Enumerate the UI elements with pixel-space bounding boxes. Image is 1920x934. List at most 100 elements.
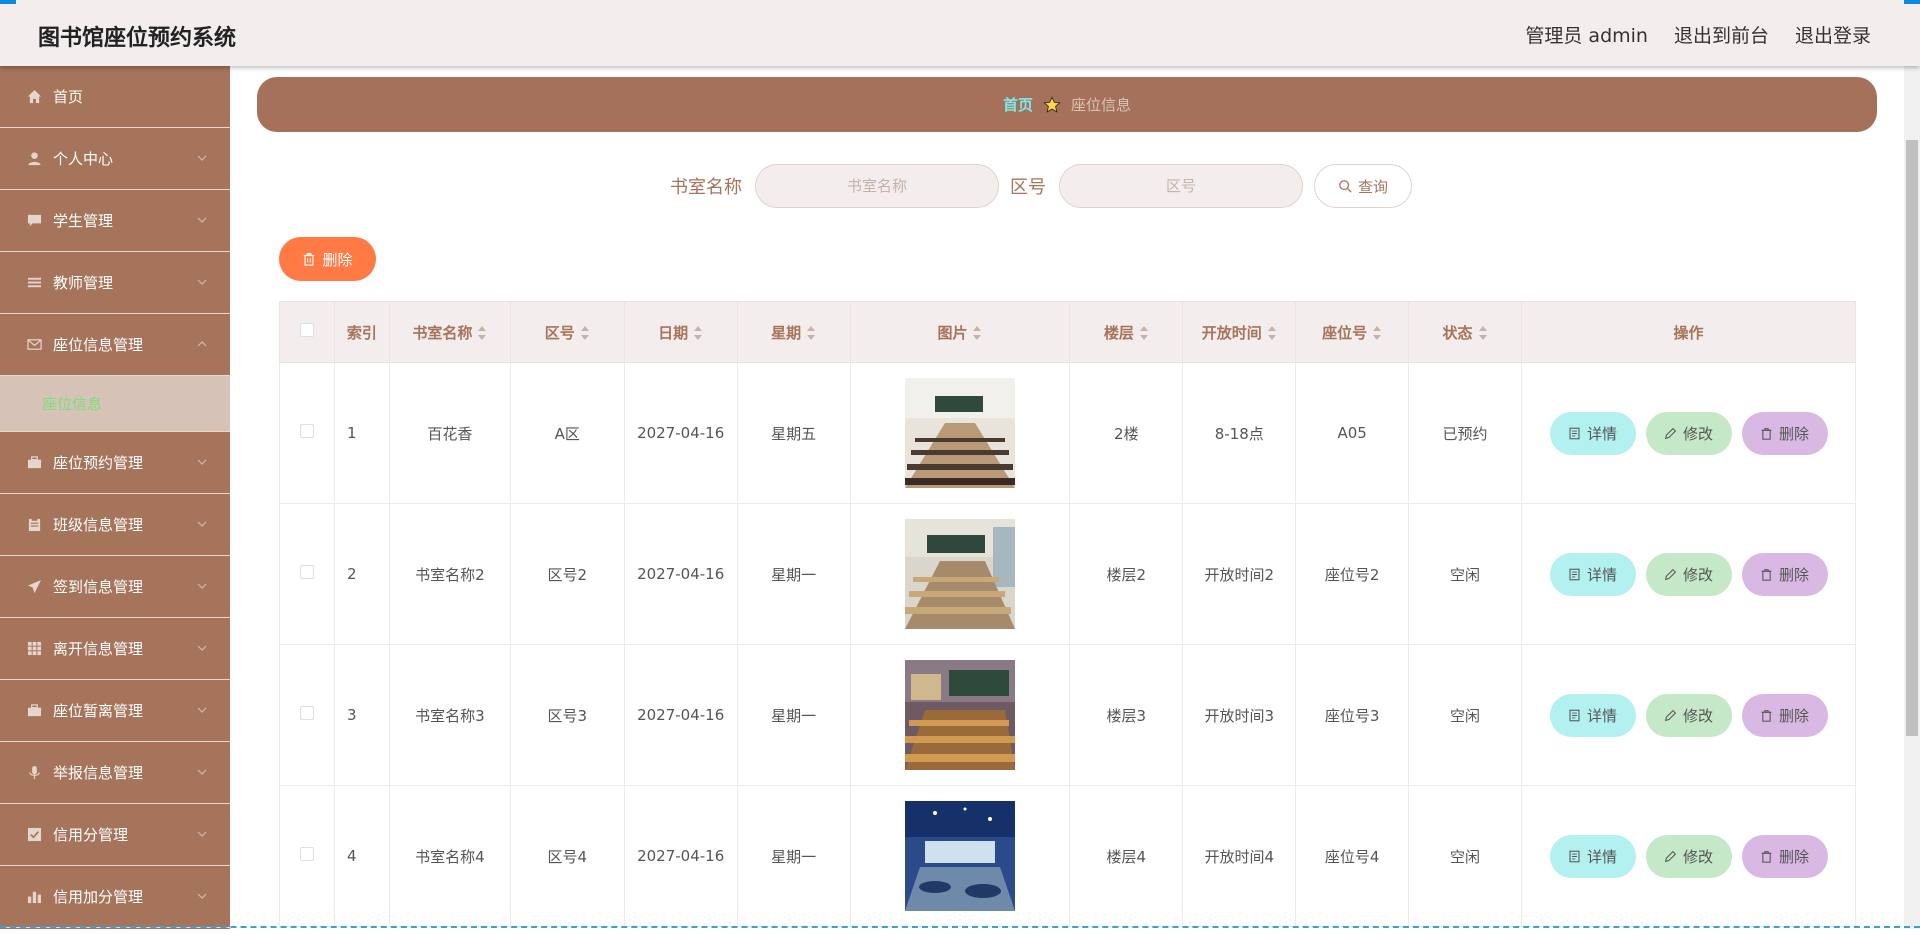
row-checkbox[interactable] (300, 565, 314, 579)
sort-icon[interactable] (478, 326, 487, 340)
column-header-seat-number[interactable]: 座位号 (1296, 302, 1409, 363)
clipboard-icon (26, 517, 42, 533)
submenu-item-seat-info[interactable]: 座位信息 (0, 376, 230, 432)
cell-area: 区号3 (510, 645, 624, 786)
select-all-checkbox[interactable] (300, 323, 314, 337)
sidebar-item-checkin-info-management[interactable]: 签到信息管理 (0, 556, 230, 618)
vertical-scrollbar[interactable] (1904, 66, 1920, 929)
column-header-area[interactable]: 区号 (510, 302, 624, 363)
classroom-image[interactable] (905, 660, 1015, 770)
delete-button[interactable]: 删除 (1742, 553, 1828, 596)
detail-button[interactable]: 详情 (1550, 694, 1636, 737)
scrollbar-thumb[interactable] (1906, 140, 1918, 736)
sort-icon[interactable] (1373, 326, 1382, 340)
sidebar-item-home[interactable]: 首页 (0, 66, 230, 128)
column-header-room-name[interactable]: 书室名称 (389, 302, 510, 363)
admin-user-label[interactable]: 管理员 admin (1525, 21, 1648, 48)
exit-to-front-link[interactable]: 退出到前台 (1674, 21, 1769, 48)
area-input[interactable] (1059, 164, 1303, 208)
sidebar-item-leave-info-management[interactable]: 离开信息管理 (0, 618, 230, 680)
sidebar-item-label: 举报信息管理 (53, 762, 143, 783)
room-name-input[interactable] (755, 164, 999, 208)
trash-icon (1760, 568, 1773, 581)
column-header-weekday[interactable]: 星期 (737, 302, 850, 363)
sidebar-item-seat-reservation-management[interactable]: 座位预约管理 (0, 432, 230, 494)
chat-icon (26, 213, 42, 229)
edit-button-label: 修改 (1683, 423, 1713, 444)
column-header-label: 开放时间 (1202, 324, 1262, 342)
edit-button[interactable]: 修改 (1646, 412, 1732, 455)
detail-button[interactable]: 详情 (1550, 412, 1636, 455)
app-title: 图书馆座位预约系统 (38, 20, 236, 52)
edit-button-label: 修改 (1683, 564, 1713, 585)
sidebar-item-class-info-management[interactable]: 班级信息管理 (0, 494, 230, 556)
query-button[interactable]: 查询 (1314, 164, 1412, 208)
sidebar-item-label: 签到信息管理 (53, 576, 143, 597)
column-header-image[interactable]: 图片 (850, 302, 1070, 363)
column-header-date[interactable]: 日期 (624, 302, 737, 363)
sort-icon[interactable] (1479, 326, 1488, 340)
column-header-index: 索引 (334, 302, 389, 363)
row-checkbox[interactable] (300, 847, 314, 861)
chevron-down-icon (196, 580, 208, 592)
column-header-open-time[interactable]: 开放时间 (1183, 302, 1296, 363)
delete-button-label: 删除 (1779, 846, 1809, 867)
sort-icon[interactable] (973, 326, 982, 340)
sort-icon[interactable] (1268, 326, 1277, 340)
column-header-floor[interactable]: 楼层 (1070, 302, 1183, 363)
row-select-cell (280, 504, 335, 645)
batch-delete-button[interactable]: 删除 (279, 237, 376, 281)
classroom-image[interactable] (905, 801, 1015, 911)
sort-icon[interactable] (694, 326, 703, 340)
cell-status: 空闲 (1409, 786, 1522, 927)
breadcrumb-home[interactable]: 首页 (1003, 94, 1033, 115)
row-checkbox[interactable] (300, 706, 314, 720)
delete-button-label: 删除 (1779, 705, 1809, 726)
sidebar-item-student-management[interactable]: 学生管理 (0, 190, 230, 252)
chevron-down-icon (196, 828, 208, 840)
sort-icon[interactable] (581, 326, 590, 340)
sort-icon[interactable] (1140, 326, 1149, 340)
check-icon (26, 827, 42, 843)
breadcrumb: 首页 座位信息 (257, 77, 1877, 132)
home-icon (26, 89, 42, 105)
sidebar-item-seat-temporary-leave-management[interactable]: 座位暂离管理 (0, 680, 230, 742)
delete-button[interactable]: 删除 (1742, 835, 1828, 878)
sidebar-item-teacher-management[interactable]: 教师管理 (0, 252, 230, 314)
detail-button[interactable]: 详情 (1550, 553, 1636, 596)
sidebar-item-seat-info-management[interactable]: 座位信息管理 (0, 314, 230, 376)
area-label: 区号 (1010, 173, 1046, 199)
sort-icon[interactable] (807, 326, 816, 340)
sidebar-item-credit-bonus-management[interactable]: 信用加分管理 (0, 866, 230, 928)
document-icon (1568, 427, 1581, 440)
chevron-down-icon (196, 214, 208, 226)
row-checkbox[interactable] (300, 424, 314, 438)
cell-seat-number: 座位号4 (1296, 786, 1409, 927)
header-actions: 管理员 admin 退出到前台 退出登录 (1525, 21, 1871, 48)
column-header-label: 座位号 (1322, 324, 1367, 342)
cell-weekday: 星期一 (737, 504, 850, 645)
detail-button[interactable]: 详情 (1550, 835, 1636, 878)
cell-status: 空闲 (1409, 645, 1522, 786)
edit-button[interactable]: 修改 (1646, 835, 1732, 878)
cell-weekday: 星期一 (737, 645, 850, 786)
sidebar-item-personal-center[interactable]: 个人中心 (0, 128, 230, 190)
edit-button[interactable]: 修改 (1646, 694, 1732, 737)
sidebar-item-credit-score-management[interactable]: 信用分管理 (0, 804, 230, 866)
table-row: 3 书室名称3 区号3 2027-04-16 星期一 (280, 645, 1856, 786)
table-header-row: 索引 书室名称 区号 日期 星期 图片 楼层 开放时间 座位号 状态 操作 (280, 302, 1856, 363)
edit-button[interactable]: 修改 (1646, 553, 1732, 596)
chevron-down-icon (196, 890, 208, 902)
delete-button[interactable]: 删除 (1742, 694, 1828, 737)
mail-icon (26, 337, 42, 353)
document-icon (1568, 568, 1581, 581)
sidebar-item-report-info-management[interactable]: 举报信息管理 (0, 742, 230, 804)
table-row: 4 书室名称4 区号4 2027-04-16 星期一 (280, 786, 1856, 927)
logout-link[interactable]: 退出登录 (1795, 21, 1871, 48)
sidebar-item-label: 离开信息管理 (53, 638, 143, 659)
classroom-image[interactable] (905, 519, 1015, 629)
column-header-label: 图片 (937, 324, 967, 342)
column-header-status[interactable]: 状态 (1409, 302, 1522, 363)
classroom-image[interactable] (905, 378, 1015, 488)
delete-button[interactable]: 删除 (1742, 412, 1828, 455)
